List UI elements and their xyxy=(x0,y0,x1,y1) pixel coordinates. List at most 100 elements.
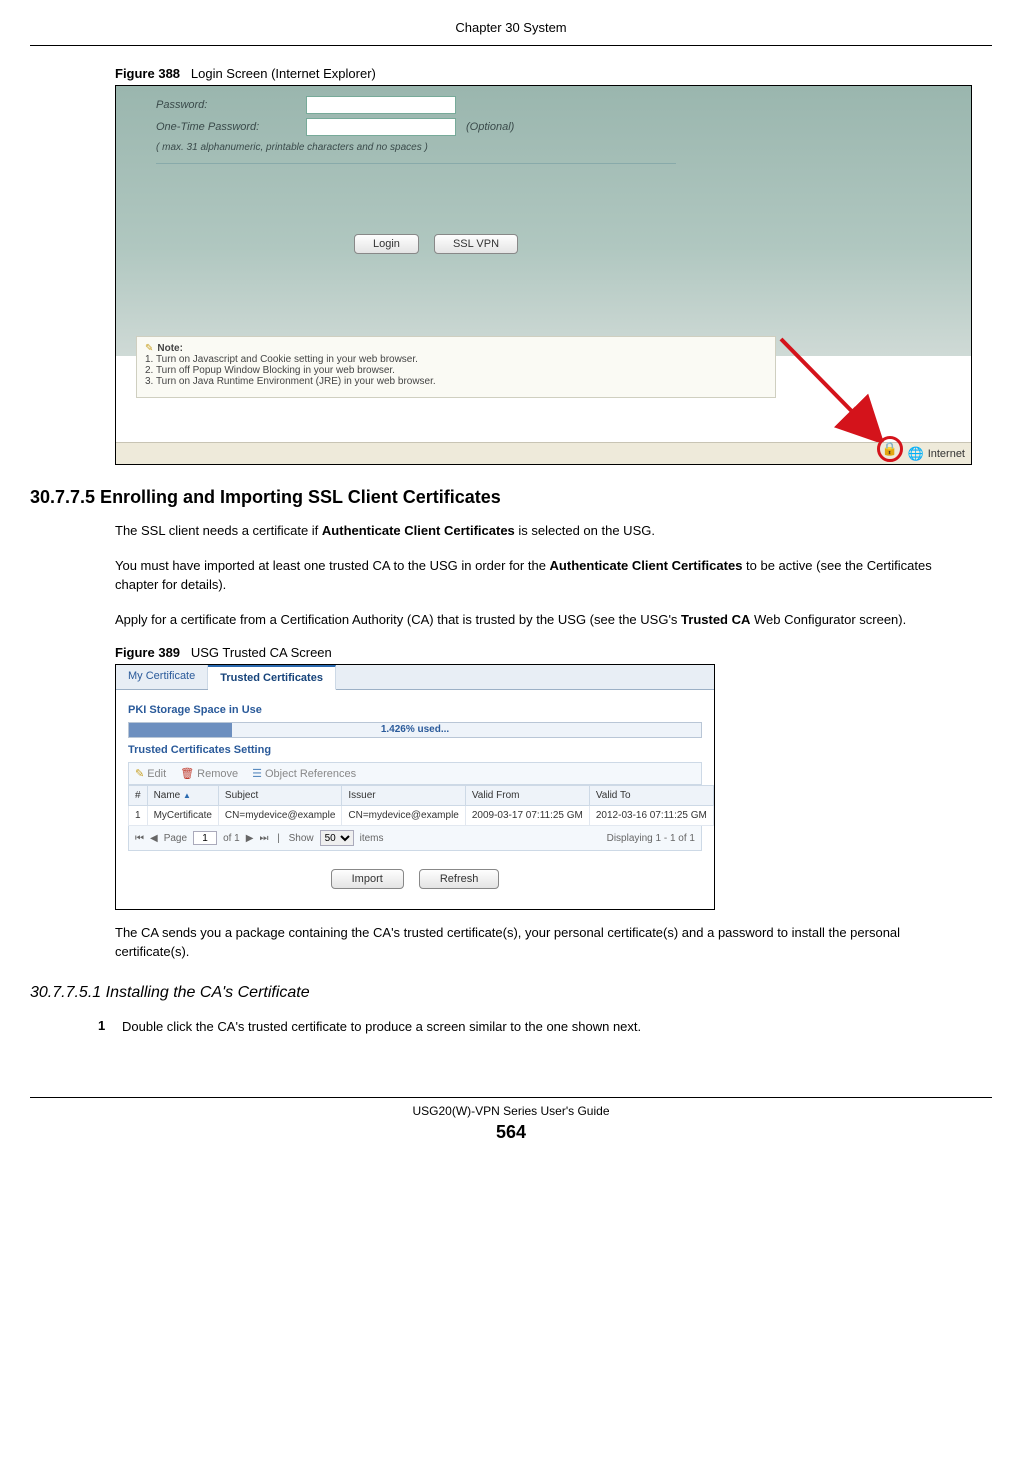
rule-bottom xyxy=(30,1097,992,1098)
login-button[interactable]: Login xyxy=(354,234,419,254)
subsection-heading: 30.7.7.5.1 Installing the CA's Certifica… xyxy=(30,984,992,1002)
p1c: is selected on the USG. xyxy=(515,523,655,538)
ca-table: # Name ▲ Subject Issuer Valid From Valid… xyxy=(128,785,714,826)
ca-pager: ⏮ ◀ Page of 1 ▶ ⏭ | Show 50 items Displa… xyxy=(128,826,702,851)
p3c: Web Configurator screen). xyxy=(750,612,906,627)
sort-icon: ▲ xyxy=(183,791,191,800)
cell-to: 2012-03-16 07:11:25 GM xyxy=(589,806,713,826)
step-1-text: Double click the CA's trusted certificat… xyxy=(122,1018,972,1037)
login-rule xyxy=(156,163,676,164)
note-line1: 1. Turn on Javascript and Cookie setting… xyxy=(145,354,767,365)
edit-icon: ✎ xyxy=(135,767,144,780)
chapter-header: Chapter 30 System xyxy=(30,20,992,35)
ca-inner: PKI Storage Space in Use 1.426% used... … xyxy=(116,690,714,909)
pager-page-label: Page xyxy=(164,833,187,844)
toolbar-remove[interactable]: 🗑Remove xyxy=(180,767,238,780)
para-after389: The CA sends you a package containing th… xyxy=(115,924,972,962)
figure388-prefix: Figure 388 xyxy=(115,66,180,81)
p1b: Authenticate Client Certificates xyxy=(322,523,515,538)
sslvpn-button[interactable]: SSL VPN xyxy=(434,234,518,254)
figure388-box: Password: One-Time Password: (Optional) … xyxy=(115,85,972,465)
globe-icon: 🌐 xyxy=(908,446,924,462)
objref-icon: ☰ xyxy=(252,767,262,780)
para-1: The SSL client needs a certificate if Au… xyxy=(115,522,972,541)
login-hint: ( max. 31 alphanumeric, printable charac… xyxy=(156,142,716,153)
cell-num: 1 xyxy=(129,806,148,826)
pager-show-label: Show xyxy=(289,833,314,844)
col-name-label: Name xyxy=(154,790,181,801)
para-2: You must have imported at least one trus… xyxy=(115,557,972,595)
pki-fill xyxy=(129,723,232,737)
para-3: Apply for a certificate from a Certifica… xyxy=(115,611,972,630)
ca-toolbar: ✎Edit 🗑Remove ☰Object References xyxy=(128,762,702,785)
password-label: Password: xyxy=(156,99,306,111)
note-box: ✎Note: 1. Turn on Javascript and Cookie … xyxy=(136,336,776,398)
note-line2: 2. Turn off Popup Window Blocking in you… xyxy=(145,365,767,376)
ca-footer-buttons: Import Refresh xyxy=(128,869,702,895)
figure389-title: USG Trusted CA Screen xyxy=(191,645,332,660)
p2a: You must have imported at least one trus… xyxy=(115,558,550,573)
figure389-box: My Certificate Trusted Certificates PKI … xyxy=(115,664,715,910)
pager-items-label: items xyxy=(360,833,384,844)
section-heading: 30.7.7.5 Enrolling and Importing SSL Cli… xyxy=(30,487,992,508)
note-icon: ✎ xyxy=(145,343,153,354)
ca-table-header-row: # Name ▲ Subject Issuer Valid From Valid… xyxy=(129,786,714,806)
lock-callout-circle: 🔒 xyxy=(877,436,903,462)
tab-my-certificate[interactable]: My Certificate xyxy=(116,665,208,689)
pki-section-label: PKI Storage Space in Use xyxy=(128,704,702,716)
import-button[interactable]: Import xyxy=(331,869,404,889)
toolbar-edit[interactable]: ✎Edit xyxy=(135,767,166,780)
pager-page-input[interactable] xyxy=(193,831,217,845)
figure388-title: Login Screen (Internet Explorer) xyxy=(191,66,376,81)
figure389-prefix: Figure 389 xyxy=(115,645,180,660)
pager-last-icon[interactable]: ⏭ xyxy=(259,833,268,844)
toolbar-edit-label: Edit xyxy=(147,768,166,780)
col-issuer[interactable]: Issuer xyxy=(342,786,465,806)
ca-tabs: My Certificate Trusted Certificates xyxy=(116,665,714,690)
table-row[interactable]: 1 MyCertificate CN=mydevice@example CN=m… xyxy=(129,806,714,826)
pager-display: Displaying 1 - 1 of 1 xyxy=(607,833,695,844)
password-input[interactable] xyxy=(306,96,456,114)
col-valid-from[interactable]: Valid From xyxy=(465,786,589,806)
pki-bar: 1.426% used... xyxy=(128,722,702,738)
otp-input[interactable] xyxy=(306,118,456,136)
step-1: 1 Double click the CA's trusted certific… xyxy=(98,1018,972,1037)
pager-prev-icon[interactable]: ◀ xyxy=(150,833,158,844)
remove-icon: 🗑 xyxy=(180,767,194,780)
ie-status-bar: 🌐 Internet xyxy=(116,442,971,464)
otp-optional: (Optional) xyxy=(466,121,514,133)
toolbar-object-ref[interactable]: ☰Object References xyxy=(252,767,356,780)
cell-subject: CN=mydevice@example xyxy=(218,806,341,826)
rule-top xyxy=(30,45,992,46)
p1a: The SSL client needs a certificate if xyxy=(115,523,322,538)
tab-trusted-certificates[interactable]: Trusted Certificates xyxy=(208,665,336,690)
refresh-button[interactable]: Refresh xyxy=(419,869,500,889)
pager-first-icon[interactable]: ⏮ xyxy=(135,833,144,844)
footer-page: 564 xyxy=(30,1122,992,1143)
pager-of: of 1 xyxy=(223,833,240,844)
cell-name: MyCertificate xyxy=(147,806,218,826)
login-form: Password: One-Time Password: (Optional) … xyxy=(156,94,716,254)
pager-show-select[interactable]: 50 xyxy=(320,830,354,846)
cell-issuer: CN=mydevice@example xyxy=(342,806,465,826)
otp-label: One-Time Password: xyxy=(156,121,306,133)
p3b: Trusted CA xyxy=(681,612,750,627)
toolbar-objref-label: Object References xyxy=(265,768,356,780)
ie-zone: Internet xyxy=(928,448,965,460)
p3a: Apply for a certificate from a Certifica… xyxy=(115,612,681,627)
lock-icon: 🔒 xyxy=(882,441,898,457)
col-name[interactable]: Name ▲ xyxy=(147,786,218,806)
pager-next-icon[interactable]: ▶ xyxy=(246,833,254,844)
page-footer: USG20(W)-VPN Series User's Guide 564 xyxy=(30,1097,992,1143)
col-num[interactable]: # xyxy=(129,786,148,806)
col-valid-to[interactable]: Valid To xyxy=(589,786,713,806)
figure389-caption: Figure 389 USG Trusted CA Screen xyxy=(115,645,992,660)
pki-used-label: 1.426% used... xyxy=(381,724,449,735)
col-subject[interactable]: Subject xyxy=(218,786,341,806)
step-1-number: 1 xyxy=(98,1018,122,1037)
cell-from: 2009-03-17 07:11:25 GM xyxy=(465,806,589,826)
toolbar-remove-label: Remove xyxy=(197,768,238,780)
p2b: Authenticate Client Certificates xyxy=(550,558,743,573)
note-line3: 3. Turn on Java Runtime Environment (JRE… xyxy=(145,376,767,387)
figure388-caption: Figure 388 Login Screen (Internet Explor… xyxy=(115,66,992,81)
